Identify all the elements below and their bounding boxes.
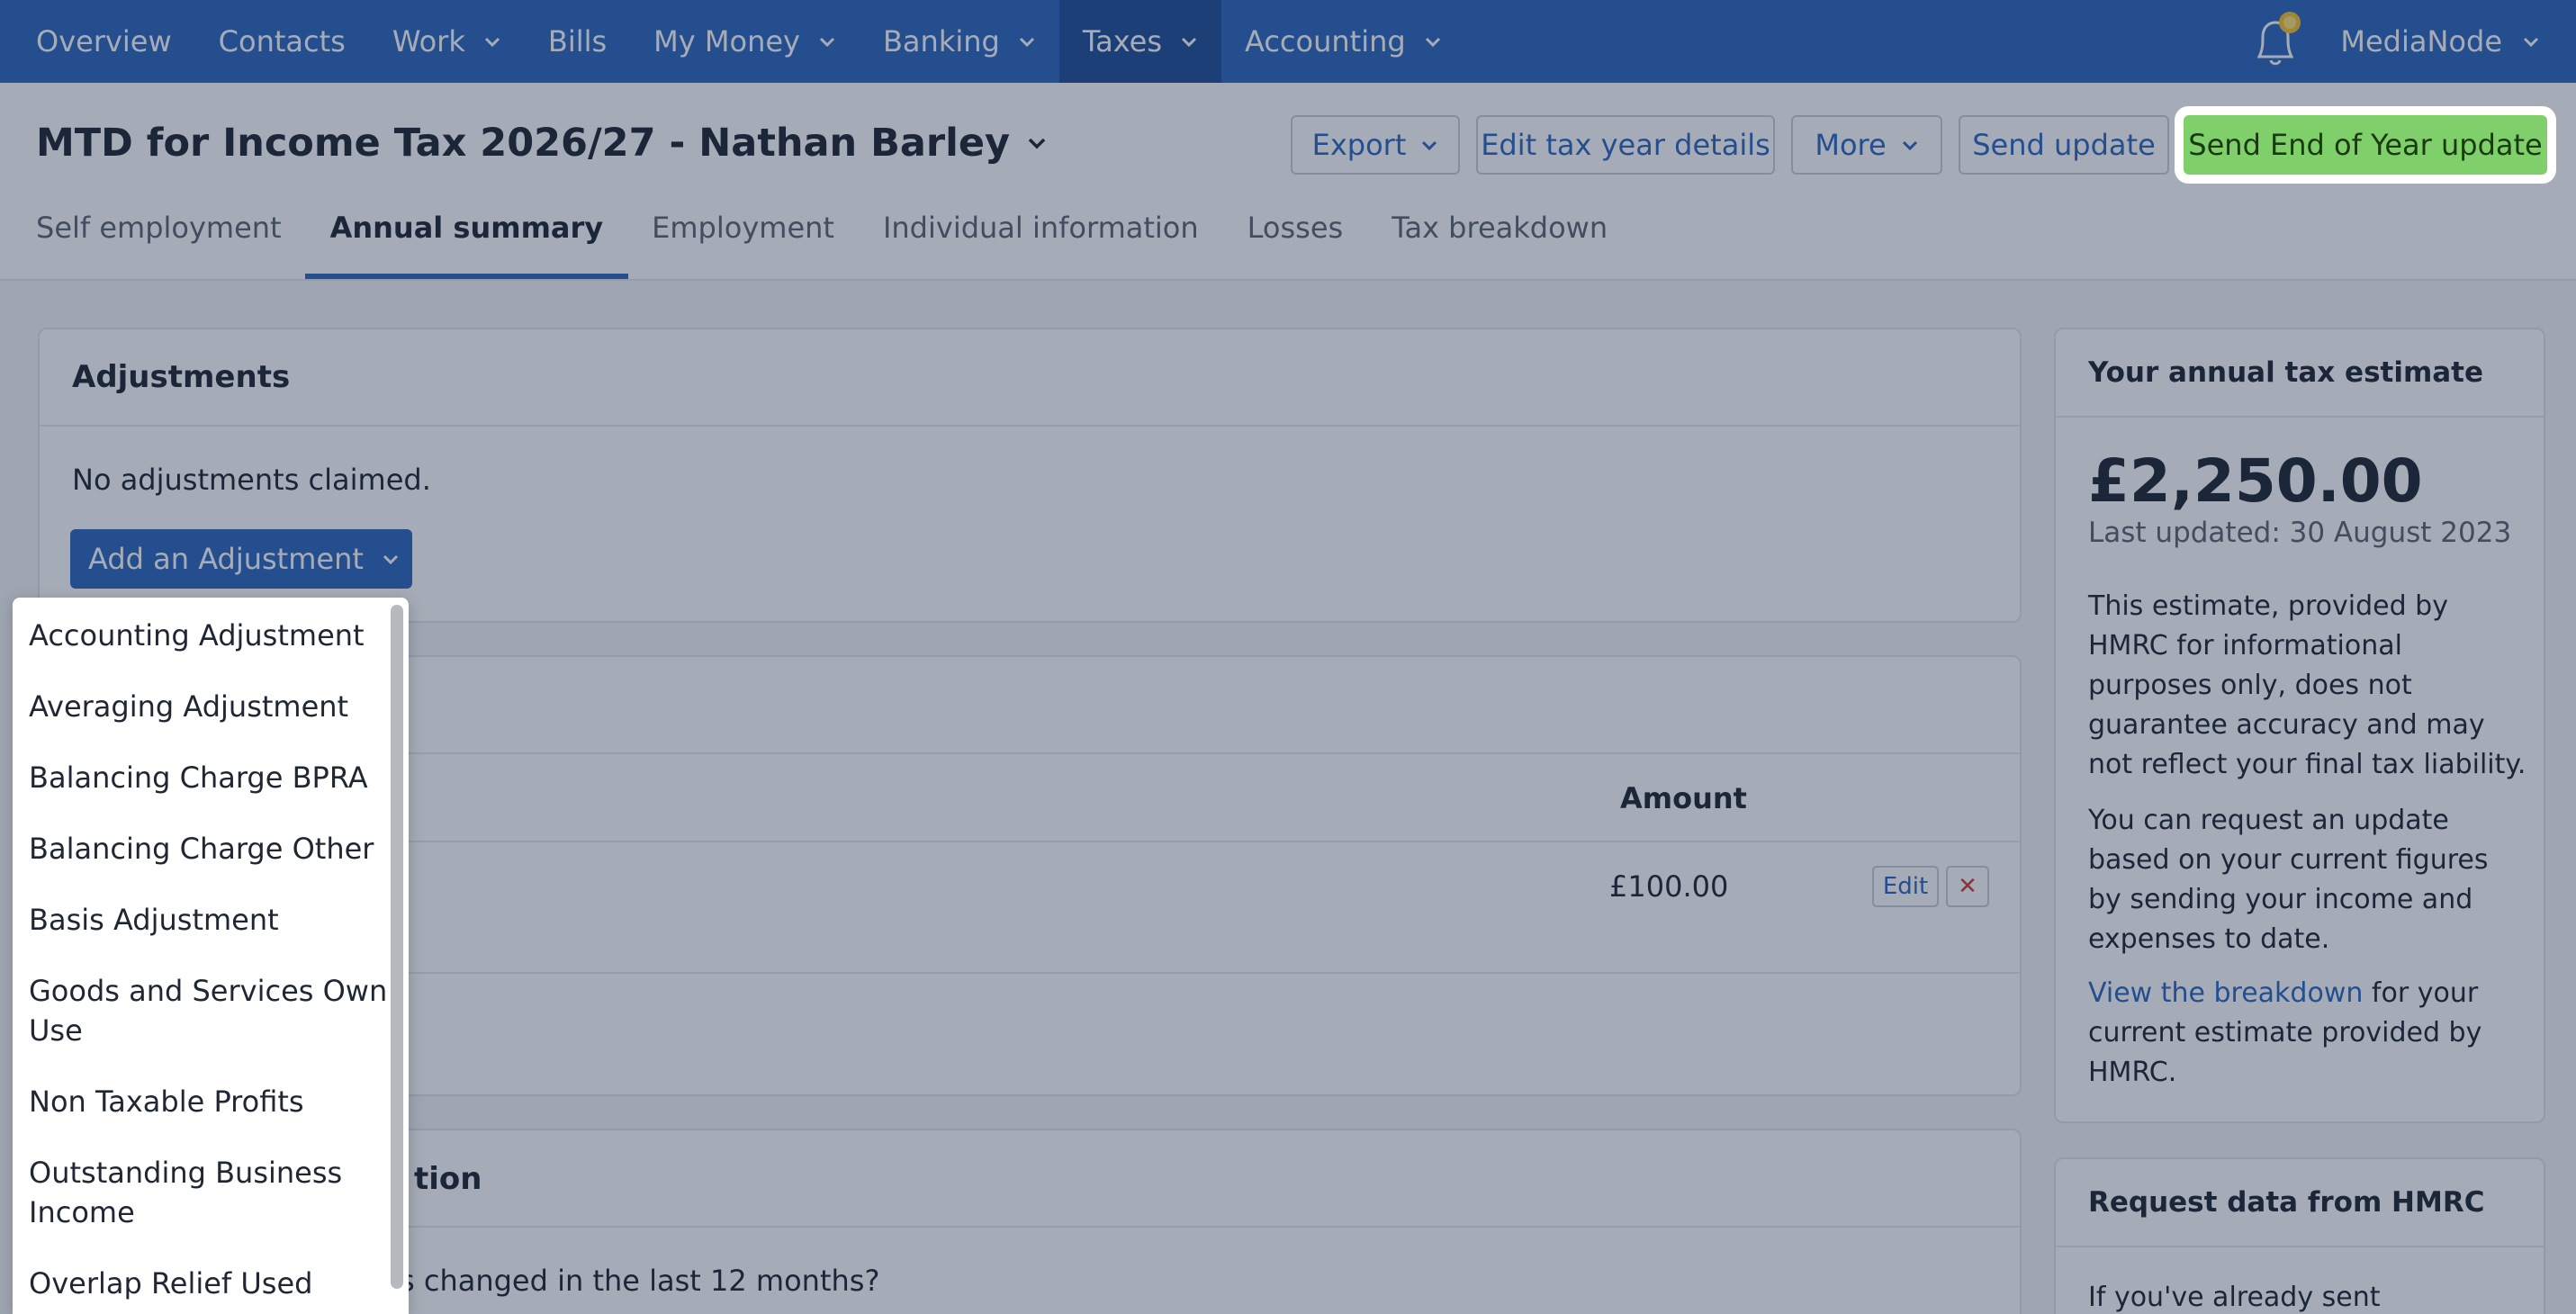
menu-item-balancing-charge-other[interactable]: Balancing Charge Other [29, 829, 389, 868]
menu-item-averaging-adjustment[interactable]: Averaging Adjustment [29, 687, 389, 726]
menu-item-non-taxable-profits[interactable]: Non Taxable Profits [29, 1082, 389, 1121]
menu-item-overlap-relief-used[interactable]: Overlap Relief Used [29, 1264, 389, 1303]
menu-item-goods-and-services-own-use[interactable]: Goods and Services Own Use [29, 971, 389, 1050]
menu-item-basis-adjustment[interactable]: Basis Adjustment [29, 900, 389, 940]
menu-item-outstanding-business-income[interactable]: Outstanding Business Income [29, 1153, 389, 1232]
menu-item-balancing-charge-bpra[interactable]: Balancing Charge BPRA [29, 758, 389, 797]
menu-item-accounting-adjustment[interactable]: Accounting Adjustment [29, 616, 389, 655]
send-end-of-year-label: Send End of Year update [2188, 128, 2543, 162]
send-end-of-year-button[interactable]: Send End of Year update [2184, 115, 2547, 175]
menu-scrollbar[interactable] [391, 605, 403, 1289]
adjustment-type-menu: Accounting Adjustment Averaging Adjustme… [13, 598, 409, 1314]
